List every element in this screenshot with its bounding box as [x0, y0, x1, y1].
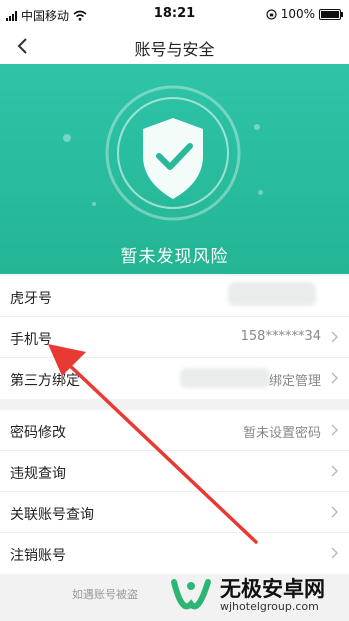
battery-icon [319, 8, 343, 20]
decor-dot [254, 124, 260, 130]
blurred-value [180, 368, 270, 388]
chevron-right-icon [331, 506, 339, 518]
battery-percent: 100% [280, 7, 315, 21]
chevron-right-icon [331, 331, 339, 343]
shield-check-icon [105, 85, 241, 221]
violation-query-row[interactable]: 违规查询 [0, 451, 349, 492]
row-label: 违规查询 [10, 466, 66, 482]
blurred-value [228, 282, 316, 306]
brand-logo-icon [171, 578, 211, 609]
footer-text: 如遇账号被盗 [72, 588, 138, 601]
phone-value: 158******34 [240, 329, 321, 344]
account-info-list: 虎牙号 手机号 158******34 第三方绑定 绑定管理 [0, 276, 349, 399]
nav-bar: 账号与安全 [0, 28, 349, 64]
rotation-lock-icon [266, 8, 277, 20]
security-status-banner: 暂未发现风险 [0, 64, 349, 274]
password-change-row[interactable]: 密码修改 暂未设置密码 [0, 410, 349, 451]
decor-dot [92, 202, 96, 206]
chevron-right-icon [331, 465, 339, 477]
row-label: 关联账号查询 [10, 507, 94, 523]
phone-row[interactable]: 手机号 158******34 [0, 317, 349, 358]
status-bar: 中国移动 18:21 100% [0, 0, 349, 28]
row-label: 手机号 [10, 332, 52, 348]
huya-id-row: 虎牙号 [0, 276, 349, 317]
chevron-right-icon [331, 424, 339, 436]
row-label: 注销账号 [10, 548, 66, 564]
password-status-value: 暂未设置密码 [242, 426, 321, 441]
row-label: 第三方绑定 [10, 373, 80, 389]
third-party-binding-row[interactable]: 第三方绑定 绑定管理 [0, 358, 349, 399]
chevron-right-icon [331, 547, 339, 559]
linked-account-query-row[interactable]: 关联账号查询 [0, 492, 349, 533]
watermark: 无极安卓网 wjhotelgroup.com [168, 570, 349, 621]
watermark-url: wjhotelgroup.com [220, 600, 319, 613]
decor-dot [258, 190, 263, 195]
chevron-right-icon [331, 372, 339, 384]
decor-dot [63, 134, 71, 142]
watermark-name: 无极安卓网 [220, 577, 325, 601]
cancel-account-row[interactable]: 注销账号 [0, 533, 349, 574]
page-title: 账号与安全 [134, 40, 215, 59]
security-options-list: 密码修改 暂未设置密码 违规查询 关联账号查询 注销账号 [0, 410, 349, 574]
binding-manage-value: 绑定管理 [268, 374, 321, 389]
security-status-text: 暂未发现风险 [120, 247, 229, 267]
row-label: 密码修改 [10, 425, 66, 441]
row-label: 虎牙号 [10, 291, 52, 307]
status-right: 100% [266, 7, 343, 21]
